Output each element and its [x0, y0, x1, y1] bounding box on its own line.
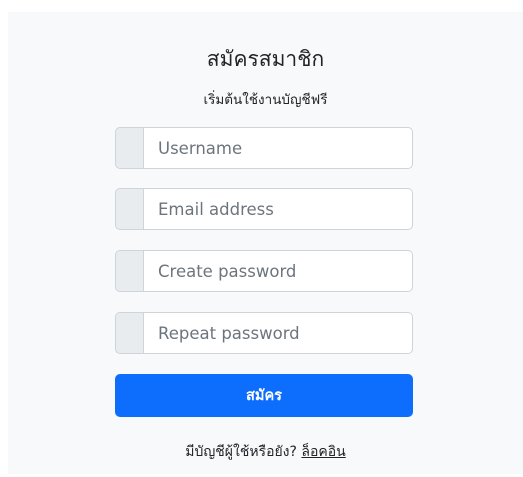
username-field-group: [115, 127, 413, 169]
page-title: สมัครสมาชิก: [206, 47, 325, 71]
create-password-input[interactable]: [143, 250, 413, 292]
signup-card: สมัครสมาชิก เริ่มต้นใช้งานบัญชีฟรี สมัคร…: [8, 12, 523, 474]
page-subtitle: เริ่มต้นใช้งานบัญชีฟรี: [203, 92, 328, 108]
login-link[interactable]: ล็อคอิน: [301, 444, 345, 460]
create-password-addon: [115, 250, 143, 292]
username-addon: [115, 127, 143, 169]
login-prompt: มีบัญชีผู้ใช้หรือยัง? ล็อคอิน: [8, 442, 523, 462]
create-password-field-group: [115, 250, 413, 292]
login-prompt-text: มีบัญชีผู้ใช้หรือยัง?: [185, 444, 297, 460]
email-addon: [115, 188, 143, 230]
repeat-password-addon: [115, 312, 143, 354]
email-field-group: [115, 188, 413, 230]
email-input[interactable]: [143, 188, 413, 230]
repeat-password-input[interactable]: [143, 312, 413, 354]
username-input[interactable]: [143, 127, 413, 169]
repeat-password-field-group: [115, 312, 413, 354]
signup-button[interactable]: สมัคร: [115, 374, 413, 417]
